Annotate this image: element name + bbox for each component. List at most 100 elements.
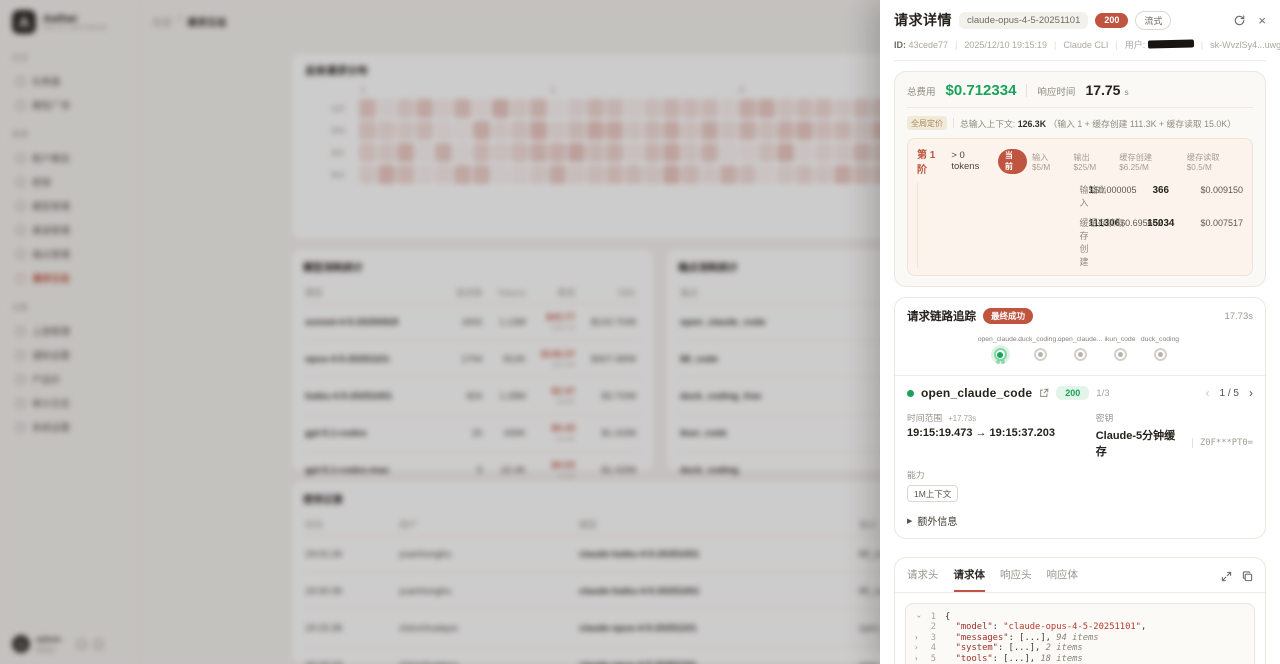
tier-cell-tokens: 15034 bbox=[1141, 218, 1182, 229]
trace-node-label: open_claude... bbox=[978, 336, 1023, 343]
collapse-chevron-icon[interactable]: › bbox=[914, 655, 923, 664]
request-detail-drawer: 请求详情 claude-opus-4-5-20251101 200 流式 × I… bbox=[880, 0, 1280, 664]
tier-usage-cell: 缓存创建111306$0.695662 bbox=[1080, 216, 1081, 268]
trace-node[interactable]: duck_coding bbox=[1140, 336, 1180, 361]
tier-cell-tokens: 366 bbox=[1141, 185, 1182, 196]
payload-tabs: 请求头请求体响应头响应体 bbox=[895, 558, 1265, 593]
tier-range: > 0 tokens bbox=[951, 150, 993, 172]
triangle-right-icon: ▶ bbox=[907, 517, 912, 525]
tier-rate: 缓存创建 $6.25/M bbox=[1119, 151, 1180, 172]
code-line: ›5 "tools": [...], 18 items bbox=[914, 654, 1246, 664]
tier-usage-grid: 输入1$0.000005 输出366$0.009150 缓存创建111306$0.6… bbox=[917, 183, 1243, 268]
time-range-value: 19:15:19.473 → 19:15:37.203 bbox=[907, 427, 1096, 439]
latency-label: 响应时间 bbox=[1037, 84, 1075, 98]
tab-请求体[interactable]: 请求体 bbox=[954, 567, 986, 592]
tier-rate: 输出 $25/M bbox=[1073, 151, 1112, 172]
tier-rate: 缓存读取 $0.5/M bbox=[1187, 151, 1243, 172]
code-content: "messages": [...], 94 items bbox=[945, 633, 1099, 643]
page-indicator: 1 / 5 bbox=[1220, 388, 1239, 399]
close-icon[interactable]: × bbox=[1258, 14, 1266, 27]
code-line: ›3 "messages": [...], 94 items bbox=[914, 633, 1246, 643]
expand-icon[interactable] bbox=[1221, 571, 1232, 582]
key-masked-value: Z0F***PT0= bbox=[1200, 438, 1253, 448]
tier-rates: 输入 $5/M 输出 $25/M 缓存创建 $6.25/M 缓存读取 $0.5/M bbox=[1032, 151, 1243, 172]
collapse-chevron-icon[interactable]: › bbox=[914, 644, 923, 653]
node-status-badge: 200 bbox=[1056, 386, 1089, 400]
code-line: ›1{ bbox=[914, 612, 1246, 622]
context-detail: （输入 1 + 缓存创建 111.3K + 缓存读取 15.0K） bbox=[1049, 119, 1236, 129]
trace-timeline: open_claude...duck_coding...open_claude.… bbox=[907, 336, 1253, 361]
attempt-count: 1/3 bbox=[1096, 388, 1109, 399]
capability-tag: 1M上下文 bbox=[907, 485, 958, 502]
trace-node-label: open_claude... bbox=[1058, 336, 1103, 343]
trace-node-detail-row: open_claude_code 200 1/3 ‹ 1 / 5 › bbox=[907, 386, 1253, 400]
tier-cell-label: 缓存读取 bbox=[1089, 216, 1141, 229]
tier-usage-cell: 缓存读取15034$0.007517 bbox=[1089, 216, 1244, 268]
trace-node-idle-icon bbox=[1034, 348, 1047, 361]
tier-cell-label: 输出 bbox=[1089, 183, 1141, 196]
status-code-badge: 200 bbox=[1095, 13, 1128, 28]
trace-node-idle-icon bbox=[1074, 348, 1087, 361]
external-link-icon[interactable] bbox=[1039, 388, 1049, 398]
copy-icon[interactable] bbox=[1242, 571, 1253, 582]
trace-title: 请求链路追踪 bbox=[907, 308, 976, 324]
trace-node[interactable]: open_claude... bbox=[980, 336, 1020, 361]
tier-current-badge: 当前 bbox=[998, 149, 1027, 174]
pricing-tier-card: 第 1 阶 > 0 tokens 当前 输入 $5/M输出 $25/M缓存创建 … bbox=[907, 138, 1253, 276]
code-line: ›4 "system": [...], 2 items bbox=[914, 643, 1246, 653]
extra-info-toggle[interactable]: ▶ 额外信息 bbox=[907, 513, 1253, 528]
tab-响应体[interactable]: 响应体 bbox=[1047, 567, 1079, 592]
tier-cell-label: 输入 bbox=[1080, 183, 1089, 209]
request-meta-row: ID: 43cede77 | 2025/12/10 19:15:19 | Cla… bbox=[894, 38, 1266, 51]
request-id: 43cede77 bbox=[909, 40, 949, 50]
page-next-icon[interactable]: › bbox=[1249, 386, 1253, 400]
trace-node-label: duck_coding... bbox=[1018, 336, 1062, 343]
time-range-field: 时间范围+17.73s 19:15:19.473 → 19:15:37.203 bbox=[907, 411, 1096, 459]
code-line: 2 "model": "claude-opus-4-5-20251101", bbox=[914, 622, 1246, 632]
time-delta: +17.73s bbox=[948, 414, 976, 423]
collapse-chevron-icon[interactable]: › bbox=[914, 634, 923, 643]
tier-cell-price: $0.009150 bbox=[1181, 185, 1243, 195]
trace-status-badge: 最终成功 bbox=[983, 308, 1033, 324]
key-field: 密钥 Claude-5分钟缓存 Z0F***PT0= bbox=[1096, 411, 1253, 459]
trace-node-name: open_claude_code bbox=[921, 386, 1032, 400]
total-cost-label: 总费用 bbox=[907, 84, 936, 98]
line-number: 2 bbox=[923, 622, 936, 632]
trace-node[interactable]: duck_coding... bbox=[1020, 336, 1060, 361]
divider bbox=[917, 183, 918, 268]
json-code-viewer[interactable]: ›1{2 "model": "claude-opus-4-5-20251101"… bbox=[905, 603, 1255, 664]
line-number: 3 bbox=[923, 633, 936, 643]
trace-node[interactable]: open_claude... bbox=[1060, 336, 1100, 361]
tier-usage-cell: 输入1$0.000005 bbox=[1080, 183, 1081, 209]
user-field: 用户: bbox=[1125, 38, 1194, 51]
trace-duration: 17.73s bbox=[1224, 311, 1253, 322]
trace-node-success-icon bbox=[994, 348, 1007, 361]
tab-请求头[interactable]: 请求头 bbox=[907, 567, 939, 592]
pricing-scope-badge: 全局定价 bbox=[907, 116, 947, 130]
tier-usage-cell: 输出366$0.009150 bbox=[1089, 183, 1244, 209]
tab-响应头[interactable]: 响应头 bbox=[1000, 567, 1032, 592]
line-number: 1 bbox=[923, 612, 936, 622]
collapse-chevron-icon[interactable]: › bbox=[914, 614, 923, 623]
payload-card: 请求头请求体响应头响应体 ›1{2 "model": "claude-opus-… bbox=[894, 557, 1266, 664]
trace-node-label: duck_coding bbox=[1141, 336, 1179, 343]
trace-node-label: ikun_code bbox=[1105, 336, 1136, 343]
api-key-masked: sk-WvzlSy4...uwgB bbox=[1210, 40, 1280, 50]
page-prev-icon[interactable]: ‹ bbox=[1206, 386, 1210, 400]
line-number: 4 bbox=[923, 643, 936, 653]
redacted-username bbox=[1148, 39, 1194, 48]
capability-field: 能力 1M上下文 bbox=[907, 468, 1096, 502]
code-content: "system": [...], 2 items bbox=[945, 643, 1083, 653]
trace-card: 请求链路追踪 最终成功 17.73s open_claude...duck_co… bbox=[894, 297, 1266, 539]
trace-node-idle-icon bbox=[1154, 348, 1167, 361]
refresh-icon[interactable] bbox=[1233, 14, 1246, 27]
tier-cell-price: $0.007517 bbox=[1181, 218, 1243, 228]
line-number: 5 bbox=[923, 654, 936, 664]
trace-node[interactable]: ikun_code bbox=[1100, 336, 1140, 361]
request-time: 2025/12/10 19:15:19 bbox=[964, 40, 1047, 50]
context-total: 126.3K bbox=[1018, 119, 1046, 129]
trace-node-idle-icon bbox=[1114, 348, 1127, 361]
drawer-title: 请求详情 bbox=[894, 10, 952, 30]
tier-rate: 输入 $5/M bbox=[1032, 151, 1067, 172]
id-label: ID: bbox=[894, 40, 906, 50]
